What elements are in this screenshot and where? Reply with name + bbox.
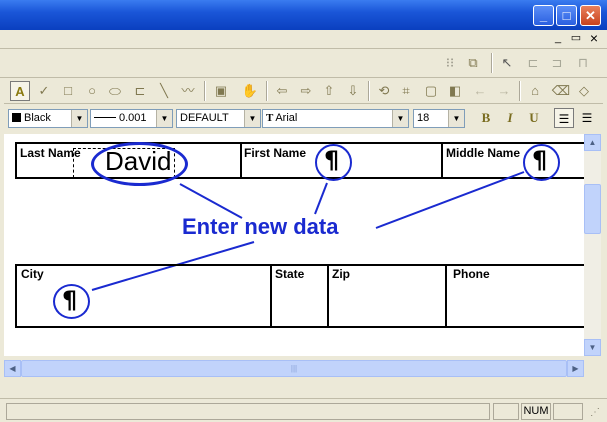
pointer-line bbox=[179, 183, 243, 219]
text-tool-icon[interactable]: A bbox=[10, 81, 30, 101]
hand-tool-icon[interactable]: ✋ bbox=[240, 81, 260, 101]
document-canvas[interactable]: Last Name David First Name ¶ Middle Name… bbox=[4, 134, 584, 356]
line-sample bbox=[94, 117, 116, 118]
font-value: Arial bbox=[275, 112, 298, 124]
phone-label: Phone bbox=[453, 267, 490, 281]
style-select[interactable]: DEFAULT ▼ bbox=[176, 109, 261, 128]
separator bbox=[266, 81, 268, 101]
font-size-value: 18 bbox=[417, 112, 430, 124]
separator bbox=[491, 53, 493, 73]
scroll-up-icon[interactable]: ▲ bbox=[584, 134, 601, 151]
mdi-minimize-button[interactable]: _ bbox=[550, 31, 566, 46]
font-select[interactable]: T Arial ▼ bbox=[262, 109, 409, 128]
close-button[interactable]: ✕ bbox=[580, 5, 601, 26]
arrow-up-icon[interactable]: ⇧ bbox=[319, 81, 339, 101]
ellipse-tool-icon[interactable]: ⬭ bbox=[105, 81, 125, 101]
separator bbox=[519, 81, 521, 101]
scroll-thumb[interactable]: ||| bbox=[21, 360, 567, 377]
truetype-icon: T bbox=[266, 112, 274, 124]
align-center-objects-icon[interactable]: ⊐ bbox=[547, 53, 567, 73]
chevron-down-icon[interactable]: ▼ bbox=[156, 110, 172, 127]
status-panel-main bbox=[6, 403, 490, 420]
chevron-down-icon[interactable]: ▼ bbox=[392, 110, 408, 127]
pointer-icon[interactable]: ↖ bbox=[497, 53, 517, 73]
rectangle-tool-icon[interactable]: □ bbox=[58, 81, 78, 101]
color-value: Black bbox=[24, 112, 51, 124]
scroll-thumb[interactable] bbox=[584, 184, 601, 234]
city-label: City bbox=[21, 267, 44, 281]
italic-button[interactable]: I bbox=[500, 108, 520, 128]
align-center-icon[interactable]: ☰ bbox=[577, 108, 597, 128]
scroll-left-icon[interactable]: ◀ bbox=[4, 360, 21, 377]
color-swatch bbox=[12, 113, 21, 122]
curve-tool-icon[interactable]: 〰 bbox=[178, 81, 198, 101]
style-value: DEFAULT bbox=[180, 112, 229, 124]
crop-icon[interactable]: ⌗ bbox=[396, 81, 416, 101]
align-left-objects-icon[interactable]: ⊏ bbox=[523, 53, 543, 73]
cell-divider bbox=[445, 264, 447, 328]
arrow-left-icon[interactable]: ⇦ bbox=[272, 81, 292, 101]
scroll-down-icon[interactable]: ▼ bbox=[584, 339, 601, 356]
color-select[interactable]: Black ▼ bbox=[8, 109, 88, 128]
minimize-button[interactable]: _ bbox=[533, 5, 554, 26]
chevron-down-icon[interactable]: ▼ bbox=[71, 110, 87, 127]
status-panel bbox=[553, 403, 583, 420]
pointer-line bbox=[375, 171, 525, 229]
align-left-icon[interactable]: ☰ bbox=[554, 108, 574, 128]
circle-tool-icon[interactable]: ○ bbox=[82, 81, 102, 101]
arrow-down-icon[interactable]: ⇩ bbox=[343, 81, 363, 101]
maximize-button[interactable]: □ bbox=[556, 5, 577, 26]
vertical-scrollbar[interactable]: ▲ ▼ bbox=[584, 134, 601, 356]
frame-icon[interactable]: ▢ bbox=[421, 81, 441, 101]
redo-icon[interactable]: → bbox=[494, 81, 514, 101]
toolbar-drawing: A ✓ □ ○ ⬭ ⊏ ╲ 〰 ▣ ✋ ⇦ ⇨ ⇧ ⇩ ⟲ ⌗ ▢ ◧ ← → … bbox=[4, 79, 603, 104]
pointer-line bbox=[314, 182, 328, 215]
resize-grip-icon[interactable]: ⋰ bbox=[590, 407, 600, 418]
font-size-select[interactable]: 18 ▼ bbox=[413, 109, 465, 128]
status-bar: NUM ⋰ bbox=[0, 398, 607, 422]
zip-label: Zip bbox=[332, 267, 350, 281]
mdi-close-button[interactable]: × bbox=[586, 31, 602, 46]
chevron-down-icon[interactable]: ▼ bbox=[448, 110, 464, 127]
shade-icon[interactable]: ◧ bbox=[445, 81, 465, 101]
status-panel bbox=[493, 403, 519, 420]
title-bar: _ □ ✕ bbox=[0, 0, 607, 30]
snap-icon[interactable]: ⧉ bbox=[463, 53, 483, 73]
line-width-value: 0.001 bbox=[119, 112, 147, 124]
line-width-select[interactable]: 0.001 ▼ bbox=[90, 109, 173, 128]
bold-button[interactable]: B bbox=[476, 108, 496, 128]
horizontal-scrollbar[interactable]: ◀ ||| ▶ bbox=[4, 360, 584, 377]
grid-icon[interactable]: ⁝⁝ bbox=[440, 53, 460, 73]
separator bbox=[204, 81, 206, 101]
rotate-icon[interactable]: ⟲ bbox=[374, 81, 394, 101]
state-label: State bbox=[275, 267, 305, 281]
separator bbox=[368, 81, 370, 101]
toolbar-format: Black ▼ 0.001 ▼ DEFAULT ▼ T Arial ▼ 18 ▼ … bbox=[4, 106, 603, 130]
check-tool-icon[interactable]: ✓ bbox=[34, 81, 54, 101]
home-icon[interactable]: ⌂ bbox=[525, 81, 545, 101]
line-tool-icon[interactable]: ╲ bbox=[154, 81, 174, 101]
underline-button[interactable]: U bbox=[524, 108, 544, 128]
highlight-ring bbox=[53, 284, 90, 319]
arrow-right-icon[interactable]: ⇨ bbox=[296, 81, 316, 101]
mdi-restore-button[interactable]: ▭ bbox=[568, 31, 584, 46]
chevron-down-icon[interactable]: ▼ bbox=[244, 110, 260, 127]
image-tool-icon[interactable]: ▣ bbox=[211, 81, 231, 101]
cell-divider bbox=[270, 264, 272, 328]
cell-divider bbox=[327, 264, 329, 328]
eraser-icon[interactable]: ⌫ bbox=[551, 81, 571, 101]
polygon-tool-icon[interactable]: ⊏ bbox=[130, 81, 150, 101]
num-lock-indicator: NUM bbox=[521, 403, 551, 420]
clear-icon[interactable]: ◇ bbox=[574, 81, 594, 101]
align-top-objects-icon[interactable]: ⊓ bbox=[573, 53, 593, 73]
mdi-bar: _ ▭ × bbox=[0, 30, 607, 49]
scroll-right-icon[interactable]: ▶ bbox=[567, 360, 584, 377]
toolbar-top: ⁝⁝ ⧉ ↖ ⊏ ⊐ ⊓ bbox=[0, 49, 607, 78]
undo-icon[interactable]: ← bbox=[470, 81, 490, 101]
